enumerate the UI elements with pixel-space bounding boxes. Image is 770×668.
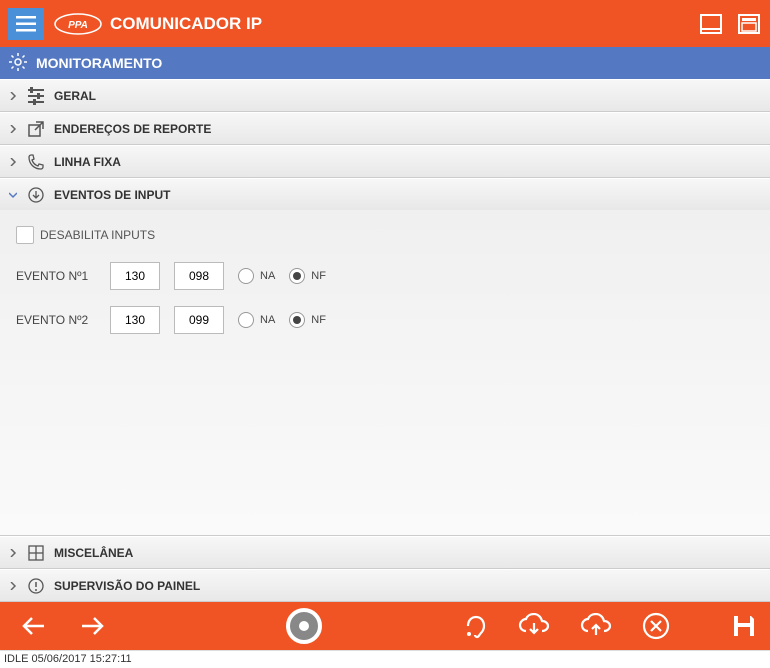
chevron-right-icon	[8, 157, 18, 167]
forward-button[interactable]	[78, 614, 106, 638]
panel-supervisao: SUPERVISÃO DO PAINEL	[0, 569, 770, 602]
panel-title-geral: GERAL	[54, 89, 96, 103]
disable-inputs-row: DESABILITA INPUTS	[16, 226, 754, 244]
event-2-label: EVENTO Nº2	[16, 313, 96, 327]
brand-logo-icon: PPA	[54, 13, 102, 35]
event-2-input-b[interactable]	[174, 306, 224, 334]
section-title: MONITORAMENTO	[36, 55, 162, 71]
record-icon	[286, 608, 322, 644]
panel-title-enderecos: ENDEREÇOS DE REPORTE	[54, 122, 211, 136]
event-2-radio-nf-label: NF	[311, 314, 326, 326]
download-circle-icon	[26, 185, 46, 205]
panel-header-miscelanea[interactable]: MISCELÂNEA	[0, 536, 770, 568]
panels-icon[interactable]	[736, 11, 762, 37]
gear-icon	[8, 52, 28, 75]
panel-title-linha-fixa: LINHA FIXA	[54, 155, 121, 169]
disable-inputs-checkbox[interactable]	[16, 226, 34, 244]
alert-circle-icon	[26, 576, 46, 596]
content-area: GERAL ENDEREÇOS DE REPORTE LINHA FIXA EV…	[0, 79, 770, 602]
panel-title-eventos-input: EVENTOS DE INPUT	[54, 188, 170, 202]
event-2-radio-na-group: NA	[238, 312, 275, 328]
chevron-right-icon	[8, 548, 18, 558]
panel-linha-fixa: LINHA FIXA	[0, 145, 770, 178]
panel-miscelanea: MISCELÂNEA	[0, 536, 770, 569]
save-button[interactable]	[730, 612, 758, 640]
panel-enderecos: ENDEREÇOS DE REPORTE	[0, 112, 770, 145]
chevron-right-icon	[8, 91, 18, 101]
status-bar: IDLE 05/06/2017 15:27:11	[0, 650, 770, 668]
upload-button[interactable]	[580, 613, 612, 639]
sliders-icon	[26, 86, 46, 106]
event-1-input-b[interactable]	[174, 262, 224, 290]
event-2-radio-nf[interactable]	[289, 312, 305, 328]
app-title: COMUNICADOR IP	[110, 14, 262, 34]
chevron-right-icon	[8, 124, 18, 134]
grid-icon	[26, 543, 46, 563]
event-1-input-a[interactable]	[110, 262, 160, 290]
record-button[interactable]	[286, 608, 322, 644]
panel-title-supervisao: SUPERVISÃO DO PAINEL	[54, 579, 200, 593]
bottom-bar	[0, 602, 770, 650]
top-right-icons	[698, 11, 762, 37]
event-1-radio-na[interactable]	[238, 268, 254, 284]
event-row-1: EVENTO Nº1 NA NF	[16, 262, 754, 290]
panel-header-supervisao[interactable]: SUPERVISÃO DO PAINEL	[0, 569, 770, 601]
chevron-right-icon	[8, 581, 18, 591]
event-1-radio-na-group: NA	[238, 268, 275, 284]
panel-header-geral[interactable]: GERAL	[0, 79, 770, 111]
chevron-down-icon	[8, 190, 18, 200]
event-1-label: EVENTO Nº1	[16, 269, 96, 283]
event-2-radio-na[interactable]	[238, 312, 254, 328]
panel-eventos-input: EVENTOS DE INPUT DESABILITA INPUTS EVENT…	[0, 178, 770, 536]
status-text: IDLE 05/06/2017 15:27:11	[4, 653, 132, 665]
event-1-radio-nf[interactable]	[289, 268, 305, 284]
panel-header-eventos-input[interactable]: EVENTOS DE INPUT	[0, 178, 770, 210]
external-link-icon	[26, 119, 46, 139]
cancel-button[interactable]	[642, 612, 670, 640]
phone-icon	[26, 152, 46, 172]
window-icon[interactable]	[698, 11, 724, 37]
disable-inputs-label: DESABILITA INPUTS	[40, 228, 155, 242]
listen-button[interactable]	[462, 612, 488, 640]
logo-area: PPA COMUNICADOR IP	[54, 13, 698, 35]
panel-header-linha-fixa[interactable]: LINHA FIXA	[0, 145, 770, 177]
event-1-radio-na-label: NA	[260, 270, 275, 282]
panel-title-miscelanea: MISCELÂNEA	[54, 546, 133, 560]
event-2-radio-na-label: NA	[260, 314, 275, 326]
event-row-2: EVENTO Nº2 NA NF	[16, 306, 754, 334]
event-1-radio-nf-label: NF	[311, 270, 326, 282]
event-2-radio-nf-group: NF	[289, 312, 326, 328]
event-2-input-a[interactable]	[110, 306, 160, 334]
panel-geral: GERAL	[0, 79, 770, 112]
hamburger-button[interactable]	[8, 8, 44, 40]
panel-header-enderecos[interactable]: ENDEREÇOS DE REPORTE	[0, 112, 770, 144]
back-button[interactable]	[20, 614, 48, 638]
event-1-radio-nf-group: NF	[289, 268, 326, 284]
panel-content-eventos-input: DESABILITA INPUTS EVENTO Nº1 NA NF EVENT…	[0, 210, 770, 535]
svg-text:PPA: PPA	[68, 20, 88, 31]
top-bar: PPA COMUNICADOR IP	[0, 0, 770, 47]
download-button[interactable]	[518, 613, 550, 639]
section-header: MONITORAMENTO	[0, 47, 770, 79]
